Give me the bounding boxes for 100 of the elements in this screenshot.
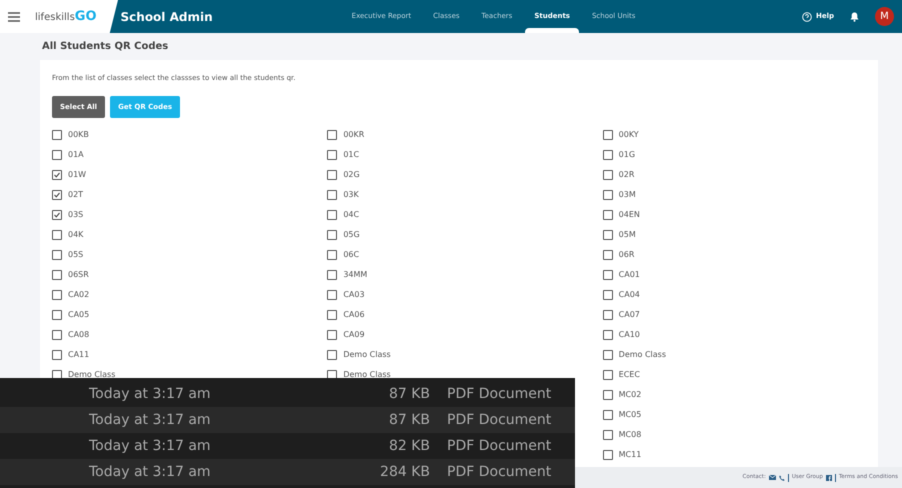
class-label: MC08 — [618, 429, 642, 441]
class-label: ECEC — [618, 369, 640, 381]
phone-icon[interactable] — [778, 474, 785, 480]
checkbox[interactable] — [52, 350, 62, 360]
file-size: 87 KB — [388, 410, 430, 430]
checkbox[interactable] — [602, 230, 613, 240]
class-label: 02T — [68, 189, 84, 201]
checkbox[interactable] — [602, 330, 613, 340]
file-date: Today at 3:17 am — [88, 462, 210, 482]
checkbox[interactable] — [52, 270, 62, 280]
checkbox[interactable] — [52, 170, 62, 180]
class-label: 05G — [343, 229, 360, 241]
class-label: Demo Class — [343, 369, 391, 381]
file-row[interactable]: Today at 3:17 am 284 KB PDF Document — [0, 459, 575, 485]
checkbox[interactable] — [327, 130, 338, 140]
help-icon — [802, 12, 812, 22]
checkbox[interactable] — [602, 170, 613, 180]
checkbox[interactable] — [327, 190, 338, 200]
notification-bell-icon[interactable] — [850, 12, 859, 22]
file-size: 87 KB — [388, 384, 430, 404]
checkbox[interactable] — [327, 310, 338, 320]
class-label: 03K — [343, 189, 359, 201]
checkbox[interactable] — [602, 450, 613, 460]
checkbox[interactable] — [602, 410, 613, 420]
class-label: 00KB — [68, 129, 89, 141]
checkbox[interactable] — [602, 150, 613, 160]
class-label: CA06 — [343, 309, 365, 321]
checkbox[interactable] — [602, 370, 613, 380]
class-label: CA01 — [618, 269, 640, 281]
class-label: 04K — [68, 229, 84, 241]
class-label: CA07 — [618, 309, 640, 321]
checkbox[interactable] — [602, 210, 613, 220]
file-date: Today at 3:17 am — [88, 384, 210, 404]
checkbox[interactable] — [602, 350, 613, 360]
checkbox[interactable] — [602, 270, 613, 280]
checkbox[interactable] — [52, 310, 62, 320]
file-date: Today at 3:17 am — [88, 436, 210, 456]
checkbox[interactable] — [52, 330, 62, 340]
checkbox[interactable] — [327, 330, 338, 340]
class-label: Demo Class — [618, 349, 666, 361]
checkbox[interactable] — [327, 350, 338, 360]
checkbox[interactable] — [327, 210, 338, 220]
checkbox[interactable] — [602, 430, 613, 440]
checkbox[interactable] — [52, 190, 62, 200]
class-label: 01C — [343, 149, 360, 161]
class-label: CA09 — [343, 329, 365, 341]
file-kind: PDF Document — [446, 410, 552, 430]
class-label: 02R — [618, 169, 634, 181]
class-label: CA05 — [68, 309, 90, 321]
class-label: 01W — [68, 169, 86, 181]
checkbox[interactable] — [602, 390, 613, 400]
class-label: 04EN — [618, 209, 640, 221]
checkbox[interactable] — [602, 130, 613, 140]
class-label: CA04 — [618, 289, 640, 301]
checkbox[interactable] — [602, 250, 613, 260]
file-size: 82 KB — [388, 436, 430, 456]
facebook-icon[interactable] — [826, 474, 832, 480]
mail-icon[interactable] — [768, 475, 776, 480]
checkbox[interactable] — [327, 290, 338, 300]
class-label: Demo Class — [343, 349, 391, 361]
file-kind: PDF Document — [446, 436, 552, 456]
checkbox[interactable] — [327, 250, 338, 260]
class-label: 06C — [343, 249, 360, 261]
class-label: 06SR — [68, 269, 89, 281]
checkbox[interactable] — [327, 170, 338, 180]
checkbox[interactable] — [52, 210, 62, 220]
checkbox[interactable] — [327, 270, 338, 280]
checkbox[interactable] — [52, 130, 62, 140]
class-label: MC05 — [618, 409, 642, 421]
user-avatar[interactable]: M — [875, 7, 894, 26]
checkbox[interactable] — [52, 150, 62, 160]
class-label: CA08 — [68, 329, 90, 341]
logo[interactable]: lifeskillsGO — [35, 6, 97, 26]
class-label: 02G — [343, 169, 360, 181]
class-label: 00KY — [618, 129, 639, 141]
checkbox[interactable] — [52, 250, 62, 260]
checkbox[interactable] — [327, 150, 338, 160]
class-label: 01G — [618, 149, 636, 161]
class-label: 03S — [68, 209, 84, 221]
section-title: School Admin — [120, 8, 213, 26]
class-label: CA03 — [343, 289, 365, 301]
class-label: 05M — [618, 229, 636, 241]
checkbox[interactable] — [52, 290, 62, 300]
class-label: 06R — [618, 249, 634, 261]
menu-icon[interactable] — [8, 12, 20, 22]
checkbox[interactable] — [52, 230, 62, 240]
class-label: 04C — [343, 209, 360, 221]
class-label: CA10 — [618, 329, 640, 341]
class-label: Demo Class — [68, 369, 116, 381]
class-label: 05S — [68, 249, 84, 261]
file-size: 284 KB — [379, 462, 430, 482]
file-kind: PDF Document — [446, 462, 552, 482]
checkbox[interactable] — [602, 290, 613, 300]
active-tab-indicator — [525, 28, 579, 33]
checkbox[interactable] — [327, 230, 338, 240]
class-label: CA11 — [68, 349, 90, 361]
checkbox[interactable] — [602, 310, 613, 320]
class-label: MC11 — [618, 449, 642, 461]
file-row[interactable]: Today at 3:17 am 87 KB PDF Document — [0, 407, 575, 433]
checkbox[interactable] — [602, 190, 613, 200]
